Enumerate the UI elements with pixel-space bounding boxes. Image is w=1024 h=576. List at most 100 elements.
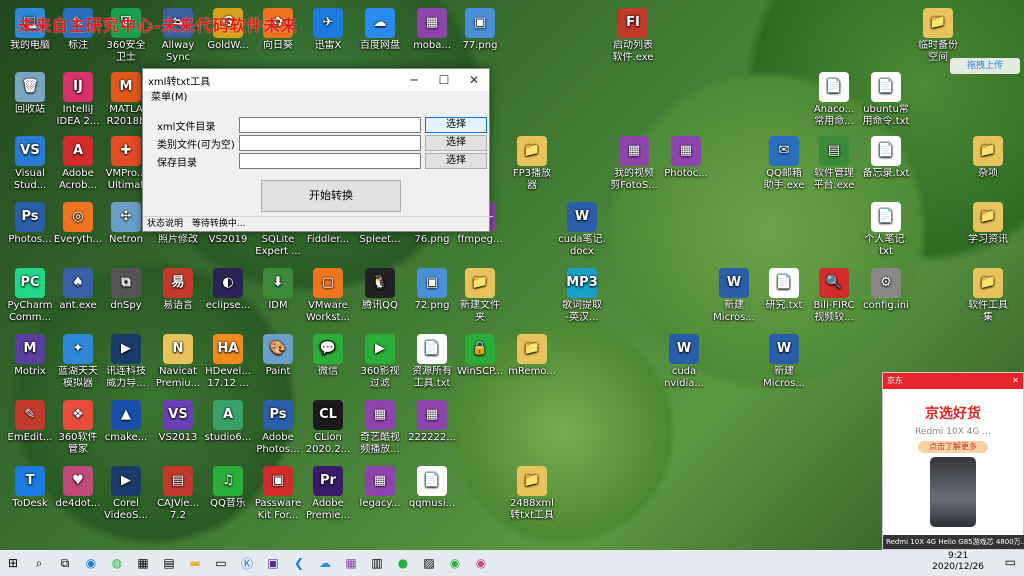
desktop-icon[interactable]: ▤ CAJVie... 7.2	[150, 466, 206, 522]
desktop-icon[interactable]: 📄 个人笔记. txt	[858, 202, 914, 258]
desktop-icon[interactable]: 📁 mRemo...	[504, 334, 560, 378]
task-view-icon[interactable]: ⧉	[54, 553, 76, 573]
search-icon[interactable]: ⌕	[28, 553, 50, 573]
class-file-input[interactable]	[239, 135, 421, 151]
cloud-upload-button[interactable]: 拖拽上传	[950, 58, 1020, 74]
close-icon[interactable]: ✕	[459, 73, 489, 87]
desktop-icon[interactable]: ◐ eclipse...	[200, 268, 256, 312]
close-icon[interactable]: ✕	[1012, 373, 1019, 389]
icon-label: 77.png	[462, 40, 498, 51]
xml-dir-select-button[interactable]: 选择	[425, 117, 487, 133]
desktop-icon[interactable]: ▤ 软件管理 平台.exe	[806, 136, 862, 192]
icon-label: 7.2	[170, 510, 186, 521]
desktop-icon[interactable]: 📁 临时备份 空间	[910, 8, 966, 64]
desktop-icon[interactable]: Ps Adobe Photos...	[250, 400, 306, 456]
xml-dir-input[interactable]	[239, 117, 421, 133]
desktop-icon[interactable]: ▣ Passware Kit For...	[250, 466, 306, 522]
icon-label: VideoS...	[104, 510, 148, 521]
cloud-icon[interactable]: ☁	[314, 553, 336, 573]
desktop-icon[interactable]: FI 启动列表 软件.exe	[605, 8, 661, 64]
desktop-icon[interactable]: W 新建 Micros...	[756, 334, 812, 390]
desktop-icon[interactable]: ▲ cmake...	[98, 400, 154, 444]
title-bar[interactable]: xml转txt工具 ─ ☐ ✕	[143, 69, 489, 91]
desktop-icon[interactable]: 易易语言	[150, 268, 206, 312]
desktop-icon[interactable]: 📁 杂项	[960, 136, 1016, 180]
app-icon[interactable]: ▦	[132, 553, 154, 573]
desktop-icon[interactable]: ▦ Photoc...	[658, 136, 714, 180]
desktop-icon[interactable]: ▦ 我的视频 剪FotoS...	[606, 136, 662, 192]
desktop-icon[interactable]: ⧉ dnSpy	[98, 268, 154, 312]
desktop-icon[interactable]: 📁 2488xml 转txt工具	[504, 466, 560, 522]
desktop-icon[interactable]: ▢ VMware Workst...	[300, 268, 356, 324]
desktop-icon[interactable]: MP3 歌词提取 -英汉...	[554, 268, 610, 324]
k-app-icon[interactable]: Ⓚ	[236, 553, 258, 573]
class-file-select-button[interactable]: 选择	[425, 135, 487, 151]
save-dir-select-button[interactable]: 选择	[425, 153, 487, 169]
menu-item[interactable]: 菜单(M)	[151, 92, 187, 103]
desktop-icon[interactable]: ▣ 77.png	[452, 8, 508, 52]
desktop-icon[interactable]: ⚙ config.ini	[858, 268, 914, 312]
desktop-icon[interactable]: ▶ 讯连科技 威力导...	[98, 334, 154, 390]
icon-label: 新建	[774, 366, 794, 377]
desktop-icon[interactable]: Wcuda nvidia...	[656, 334, 712, 390]
desktop-icon[interactable]: 📄 Anaco... 常用命...	[806, 72, 862, 128]
desktop-icon[interactable]: 📄 ubuntu常 用命令.txt	[858, 72, 914, 128]
app-icon[interactable]: ◉	[444, 553, 466, 573]
icon-label: Comm...	[8, 312, 52, 323]
taskbar: ⊞ ⌕ ⧉ ◉ ◍ ▦ ▤ ▬ ▭ Ⓚ ▣ ❮ ☁ ▦ ▥ ● ▨ ◉ ◉ 9:…	[0, 550, 1024, 576]
desktop-icon[interactable]: HA HDevel... 17.12 ...	[200, 334, 256, 390]
desktop-icon[interactable]: ▶ Corel VideoS...	[98, 466, 154, 522]
ad-cta-button[interactable]: 点击了解更多	[918, 441, 988, 453]
upx-icon[interactable]: ▤	[158, 553, 180, 573]
desktop-icon[interactable]: Astudio6...	[200, 400, 256, 444]
notification-icon[interactable]: ▭	[1005, 555, 1016, 569]
desktop-icon[interactable]: 📁 新建文件夹	[452, 268, 508, 324]
desktop-icon[interactable]: 📄 备忘录.txt	[858, 136, 914, 180]
desktop-icon[interactable]: N Navicat Premiu...	[150, 334, 206, 390]
desktop-icon[interactable]: W 新建 Micros...	[706, 268, 762, 324]
premiere-icon[interactable]: ▣	[262, 553, 284, 573]
desktop-icon[interactable]: 🐧 腾讯QQ	[352, 268, 408, 312]
desktop-icon[interactable]: Pr Adobe Premie...	[300, 466, 356, 522]
terminal-icon[interactable]: ▭	[210, 553, 232, 573]
desktop-icon[interactable]: Wcuda笔记. docx	[554, 202, 610, 258]
start-convert-button[interactable]: 开始转换	[261, 180, 401, 212]
desktop-icon[interactable]: VS VS2013	[150, 400, 206, 444]
save-dir-row: 保存目录 选择	[157, 153, 487, 169]
desktop-icon[interactable]: 📁 软件工具集	[960, 268, 1016, 324]
desktop-icon[interactable]: 💬 微信	[300, 334, 356, 378]
desktop-icon[interactable]: 🔍 Bili-FIRC 视频较...	[806, 268, 862, 324]
vscode-icon[interactable]: ❮	[288, 553, 310, 573]
pycharm-icon[interactable]: ▨	[418, 553, 440, 573]
360-browser-icon[interactable]: ◍	[106, 553, 128, 573]
ad-popup[interactable]: 京东 ✕ 京选好货 Redmi 10X 4G ... 点击了解更多 Redmi …	[882, 372, 1024, 550]
desktop-icon[interactable]: ☁ 百度网盘	[352, 8, 408, 52]
desktop-icon[interactable]: ✈ 迅雷X	[300, 8, 356, 52]
desktop-icon[interactable]: ▦ 奇艺酷视 频播放...	[352, 400, 408, 456]
wechat-icon[interactable]: ●	[392, 553, 414, 573]
desktop-icon[interactable]: 📄 qqmusi...	[404, 466, 460, 510]
file-explorer-icon[interactable]: ▬	[184, 553, 206, 573]
desktop-icon[interactable]: 🔒 WinSCP...	[452, 334, 508, 378]
desktop-icon[interactable]: ▦ legacy...	[352, 466, 408, 510]
app-icon[interactable]: ▦	[340, 553, 362, 573]
clock[interactable]: 9:21 2020/12/26	[932, 551, 984, 573]
edge-icon[interactable]: ◉	[80, 553, 102, 573]
app-icon[interactable]: ◉	[470, 553, 492, 573]
app-icon[interactable]: ▥	[366, 553, 388, 573]
icon-label: Sync	[165, 52, 191, 63]
desktop-icon[interactable]: ▦ 222222...	[404, 400, 460, 444]
desktop-icon[interactable]: 📄 研究.txt	[756, 268, 812, 312]
desktop-icon[interactable]: ▶ 360影视 过滤	[352, 334, 408, 390]
desktop-icon[interactable]: ♫ QQ音乐	[200, 466, 256, 510]
maximize-icon[interactable]: ☐	[429, 73, 459, 87]
desktop-icon[interactable]: ✉ QQ邮箱 助手.exe	[756, 136, 812, 192]
start-icon[interactable]: ⊞	[2, 553, 24, 573]
desktop-icon[interactable]: 📁 学习资讯	[960, 202, 1016, 246]
desktop-icon[interactable]: CL CLion 2020.2...	[300, 400, 356, 456]
desktop-icon[interactable]: ⬇ IDM	[250, 268, 306, 312]
minimize-icon[interactable]: ─	[399, 73, 429, 87]
desktop-icon[interactable]: 🎨 Paint	[250, 334, 306, 378]
save-dir-input[interactable]	[239, 153, 421, 169]
desktop-icon[interactable]: 📁 FP3播放器	[504, 136, 560, 192]
